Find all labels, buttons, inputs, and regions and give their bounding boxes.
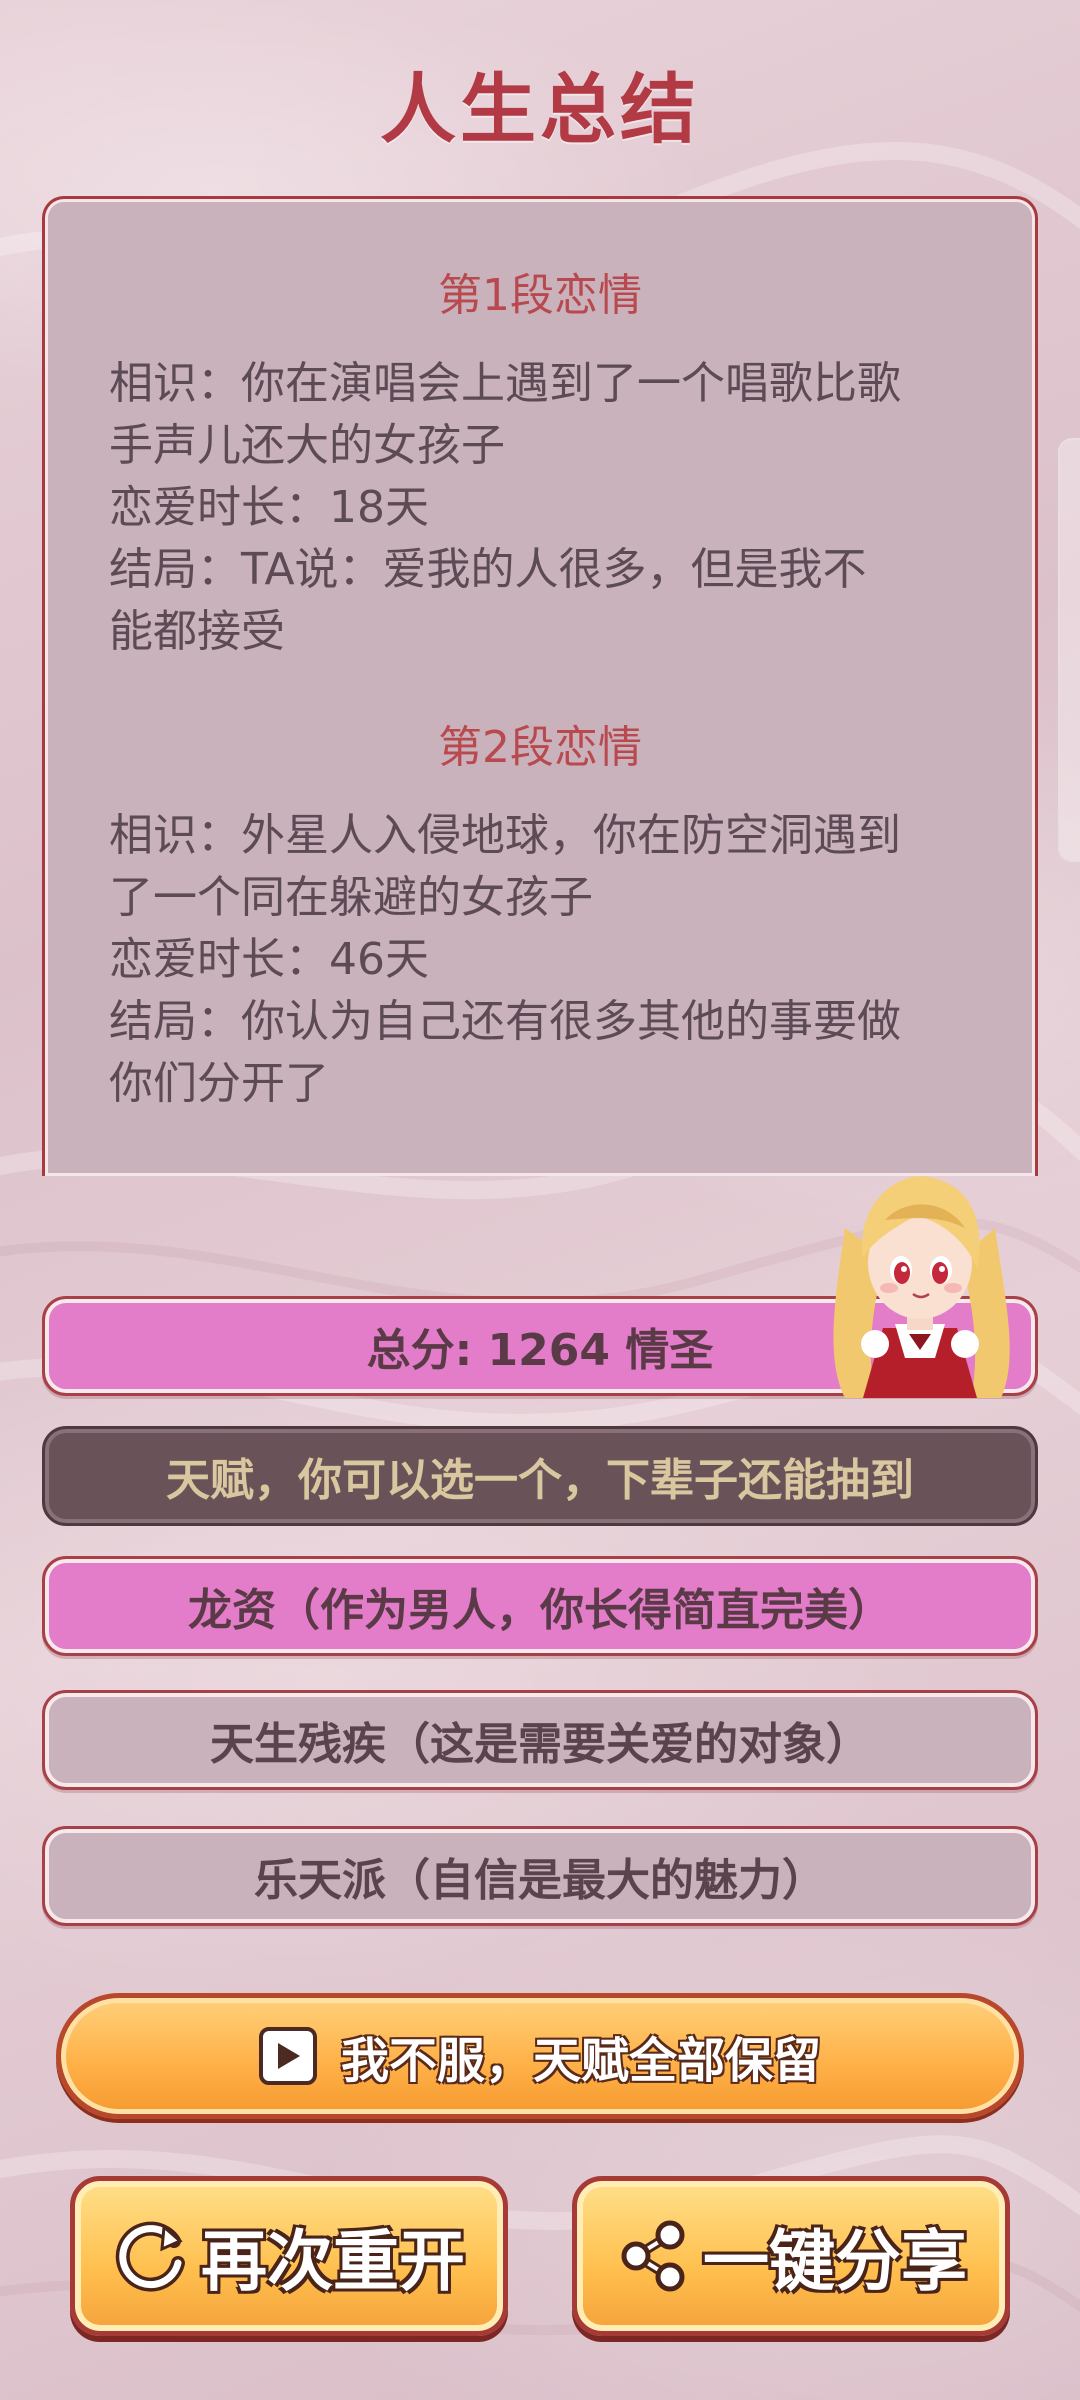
talent-option[interactable]: 天生残疾（这是需要关爱的对象） <box>42 1690 1038 1790</box>
romance-detail: 相识：你在演唱会上遇到了一个唱歌比歌 <box>109 358 901 409</box>
romance-duration: 恋爱时长：18天 <box>109 482 429 533</box>
romance-ending: 结局：TA说：爱我的人很多，但是我不 <box>109 544 867 595</box>
restart-icon <box>113 2218 189 2294</box>
share-button[interactable]: 一键分享 <box>572 2176 1010 2336</box>
life-summary-card[interactable]: 第1段恋情 相识：你在演唱会上遇到了一个唱歌比歌 手声儿还大的女孩子 恋爱时长：… <box>42 196 1038 1176</box>
talent-option[interactable]: 乐天派（自信是最大的魅力） <box>42 1826 1038 1926</box>
romance-detail: 了一个同在躲避的女孩子 <box>109 872 593 923</box>
talent-option-selected[interactable]: 龙资（作为男人，你长得简直完美） <box>42 1556 1038 1656</box>
side-drawer-handle[interactable] <box>1058 438 1080 862</box>
romance-ending: 你们分开了 <box>109 1058 329 1109</box>
romance-title: 第1段恋情 <box>438 270 642 321</box>
mascot-girl-avatar <box>833 1176 1010 1398</box>
romance-entry: 第2段恋情 相识：外星人入侵地球，你在防空洞遇到 了一个同在躲避的女孩子 恋爱时… <box>109 711 971 1115</box>
share-icon <box>615 2218 691 2294</box>
page-title: 人生总结 <box>380 65 700 154</box>
restart-label: 再次重开 <box>201 2223 465 2300</box>
play-video-icon <box>258 2027 317 2085</box>
keep-all-talents-button[interactable]: 我不服，天赋全部保留 <box>56 1993 1024 2119</box>
talent-section-header: 天赋，你可以选一个，下辈子还能抽到 <box>42 1426 1038 1526</box>
romance-duration: 恋爱时长：46天 <box>109 934 429 985</box>
share-label: 一键分享 <box>703 2223 967 2300</box>
romance-entry: 第1段恋情 相识：你在演唱会上遇到了一个唱歌比歌 手声儿还大的女孩子 恋爱时长：… <box>109 259 971 663</box>
keep-all-talents-label: 我不服，天赋全部保留 <box>340 2033 821 2089</box>
restart-button[interactable]: 再次重开 <box>70 2176 508 2336</box>
romance-title: 第2段恋情 <box>438 722 642 773</box>
romance-ending: 结局：你认为自己还有很多其他的事要做 <box>109 996 901 1047</box>
romance-detail: 手声儿还大的女孩子 <box>109 420 505 471</box>
romance-detail: 相识：外星人入侵地球，你在防空洞遇到 <box>109 810 901 861</box>
romance-ending: 能都接受 <box>109 606 285 657</box>
